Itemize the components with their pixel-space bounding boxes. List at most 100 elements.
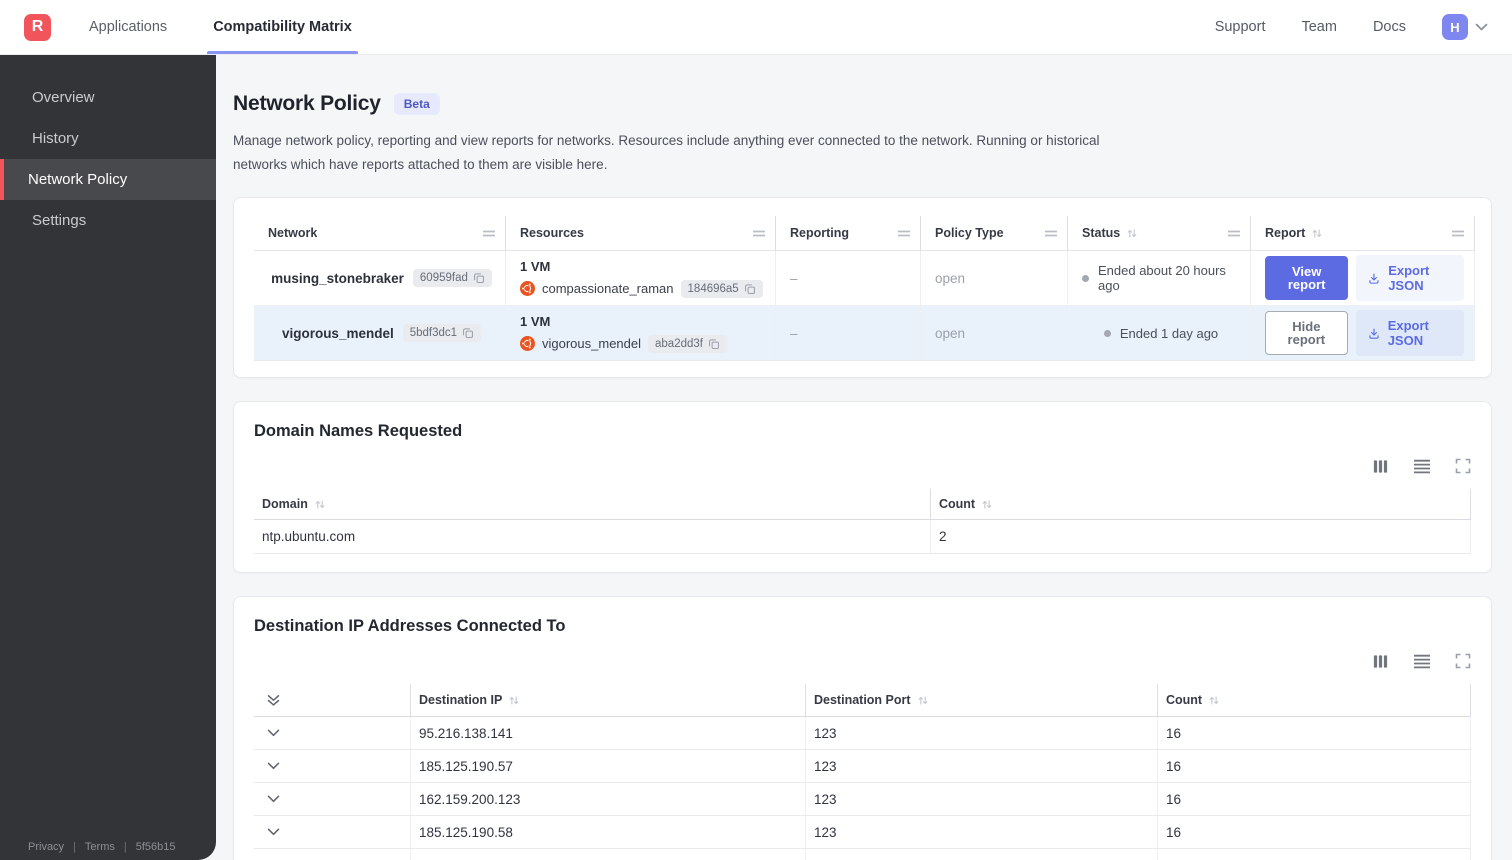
nav-link[interactable]: Docs — [1373, 19, 1406, 35]
destination-port-value: 123 — [806, 750, 1158, 783]
count-value: 16 — [1158, 849, 1471, 860]
row-expand-chevron-icon[interactable] — [267, 729, 280, 737]
table-toolbar — [254, 652, 1471, 670]
sidebar-item[interactable]: History — [0, 118, 216, 159]
destination-port-value: 123 — [806, 816, 1158, 849]
column-menu-icon[interactable] — [752, 229, 766, 238]
navbar-right: Support Team Docs H — [1215, 0, 1488, 54]
nav-tab[interactable]: Compatibility Matrix — [207, 0, 358, 54]
privacy-link[interactable]: Privacy — [28, 841, 64, 853]
column-menu-icon[interactable] — [1227, 229, 1241, 238]
column-header-resources[interactable]: Resources — [506, 216, 776, 251]
footer-divider: | — [73, 841, 76, 853]
download-icon — [1369, 273, 1379, 284]
destination-table-row: 185.125.190.58 123 16 — [254, 816, 1471, 850]
fullscreen-icon[interactable] — [1455, 458, 1471, 474]
sidebar-item[interactable]: Overview — [0, 77, 216, 118]
report-toggle-button[interactable]: Hide report — [1265, 311, 1348, 356]
copy-icon[interactable] — [708, 338, 720, 350]
table-toolbar — [254, 457, 1471, 475]
nav-tab[interactable]: Applications — [89, 0, 167, 54]
expand-all-icon[interactable] — [267, 694, 280, 707]
export-json-button[interactable]: Export JSON — [1355, 310, 1464, 357]
column-header-network[interactable]: Network — [254, 216, 506, 251]
card-title: Destination IP Addresses Connected To — [254, 617, 566, 636]
policy-type-value: open — [935, 270, 966, 286]
destination-ip-value: 162.159.200.123 — [411, 783, 806, 816]
destination-ip-value: 95.216.138.141 — [411, 717, 806, 750]
fullscreen-icon[interactable] — [1455, 653, 1471, 669]
brand-logo[interactable]: R — [24, 13, 51, 41]
nav-link[interactable]: Support — [1215, 19, 1266, 35]
column-header-status[interactable]: Status — [1068, 216, 1251, 251]
expand-all-header — [254, 684, 411, 717]
copy-icon[interactable] — [473, 272, 485, 284]
column-menu-icon[interactable] — [897, 229, 911, 238]
sidebar: Overview History Network Policy Settings… — [0, 55, 216, 860]
destination-ips-card: Destination IP Addresses Connected To De… — [233, 596, 1492, 860]
columns-icon[interactable] — [1372, 458, 1389, 475]
column-header-reporting[interactable]: Reporting — [776, 216, 921, 251]
avatar: H — [1442, 14, 1468, 40]
count-value: 16 — [1158, 783, 1471, 816]
policy-type-value: open — [935, 325, 966, 341]
column-header-destination-ip[interactable]: Destination IP — [411, 684, 806, 717]
networks-table-card: Network Resources Reporting Policy Type … — [233, 197, 1492, 379]
vm-count: 1 VM — [520, 258, 551, 274]
columns-icon[interactable] — [1372, 653, 1389, 670]
column-header-domain[interactable]: Domain — [254, 489, 931, 520]
destination-table-row: 185.125.190.57 123 16 — [254, 750, 1471, 784]
destination-table-row: 95.216.100.21 123 16 — [254, 849, 1471, 860]
row-density-icon[interactable] — [1413, 654, 1431, 669]
column-header-destination-port[interactable]: Destination Port — [806, 684, 1158, 717]
destination-table-row: 162.159.200.123 123 16 — [254, 783, 1471, 817]
row-expand-chevron-icon[interactable] — [267, 762, 280, 770]
card-title: Domain Names Requested — [254, 422, 463, 441]
report-toggle-button[interactable]: View report — [1265, 256, 1349, 301]
network-table-row: musing_stonebraker 60959fad 1 VM compass… — [254, 251, 1475, 307]
row-expand-chevron-icon[interactable] — [267, 828, 280, 836]
sort-icon — [1312, 229, 1322, 238]
column-menu-icon[interactable] — [1451, 229, 1465, 238]
domains-table: Domain Count ntp.ubuntu.com 2 — [254, 489, 1471, 555]
row-expand-chevron-icon[interactable] — [267, 795, 280, 803]
status-dot — [1103, 329, 1111, 337]
row-density-icon[interactable] — [1413, 459, 1431, 474]
count-value: 2 — [931, 520, 1471, 554]
sidebar-footer: Privacy | Terms | 5f56b15 — [28, 841, 176, 853]
user-menu[interactable]: H — [1442, 14, 1488, 40]
build-hash: 5f56b15 — [135, 841, 176, 853]
footer-divider: | — [123, 841, 127, 853]
resource-id-badge: 184696a5 — [680, 279, 763, 298]
domain-value: ntp.ubuntu.com — [254, 520, 931, 554]
copy-icon[interactable] — [462, 327, 474, 339]
network-name: musing_stonebraker — [271, 270, 404, 286]
destination-port-value: 123 — [806, 849, 1158, 860]
resource-id-badge: aba2dd3f — [648, 334, 727, 353]
domain-names-card: Domain Names Requested Domain Count ntp.… — [233, 401, 1492, 574]
export-json-button[interactable]: Export JSON — [1356, 255, 1464, 302]
domain-table-row: ntp.ubuntu.com 2 — [254, 520, 1471, 555]
column-menu-icon[interactable] — [482, 229, 496, 238]
column-header-count[interactable]: Count — [1158, 684, 1471, 717]
sidebar-item[interactable]: Network Policy — [0, 159, 216, 200]
networks-table-header: Network Resources Reporting Policy Type … — [254, 216, 1475, 252]
destination-ip-value: 95.216.100.21 — [411, 849, 806, 860]
network-id-badge: 5bdf3dc1 — [402, 324, 482, 343]
nav-link[interactable]: Team — [1301, 19, 1336, 35]
terms-link[interactable]: Terms — [85, 841, 115, 853]
destination-port-value: 123 — [806, 717, 1158, 750]
copy-icon[interactable] — [744, 283, 756, 295]
column-header-policy-type[interactable]: Policy Type — [921, 216, 1068, 251]
main-content: Network Policy Beta Manage network polic… — [216, 55, 1512, 860]
count-value: 16 — [1158, 717, 1471, 750]
column-menu-icon[interactable] — [1044, 229, 1058, 238]
beta-badge: Beta — [393, 93, 440, 115]
top-navbar: R Applications Compatibility Matrix Supp… — [0, 0, 1512, 55]
sort-icon — [509, 696, 519, 705]
sidebar-item[interactable]: Settings — [0, 200, 216, 241]
column-header-report[interactable]: Report — [1251, 216, 1475, 251]
column-header-count[interactable]: Count — [931, 489, 1471, 520]
sort-icon — [982, 500, 992, 509]
page-title: Network Policy — [233, 92, 381, 115]
